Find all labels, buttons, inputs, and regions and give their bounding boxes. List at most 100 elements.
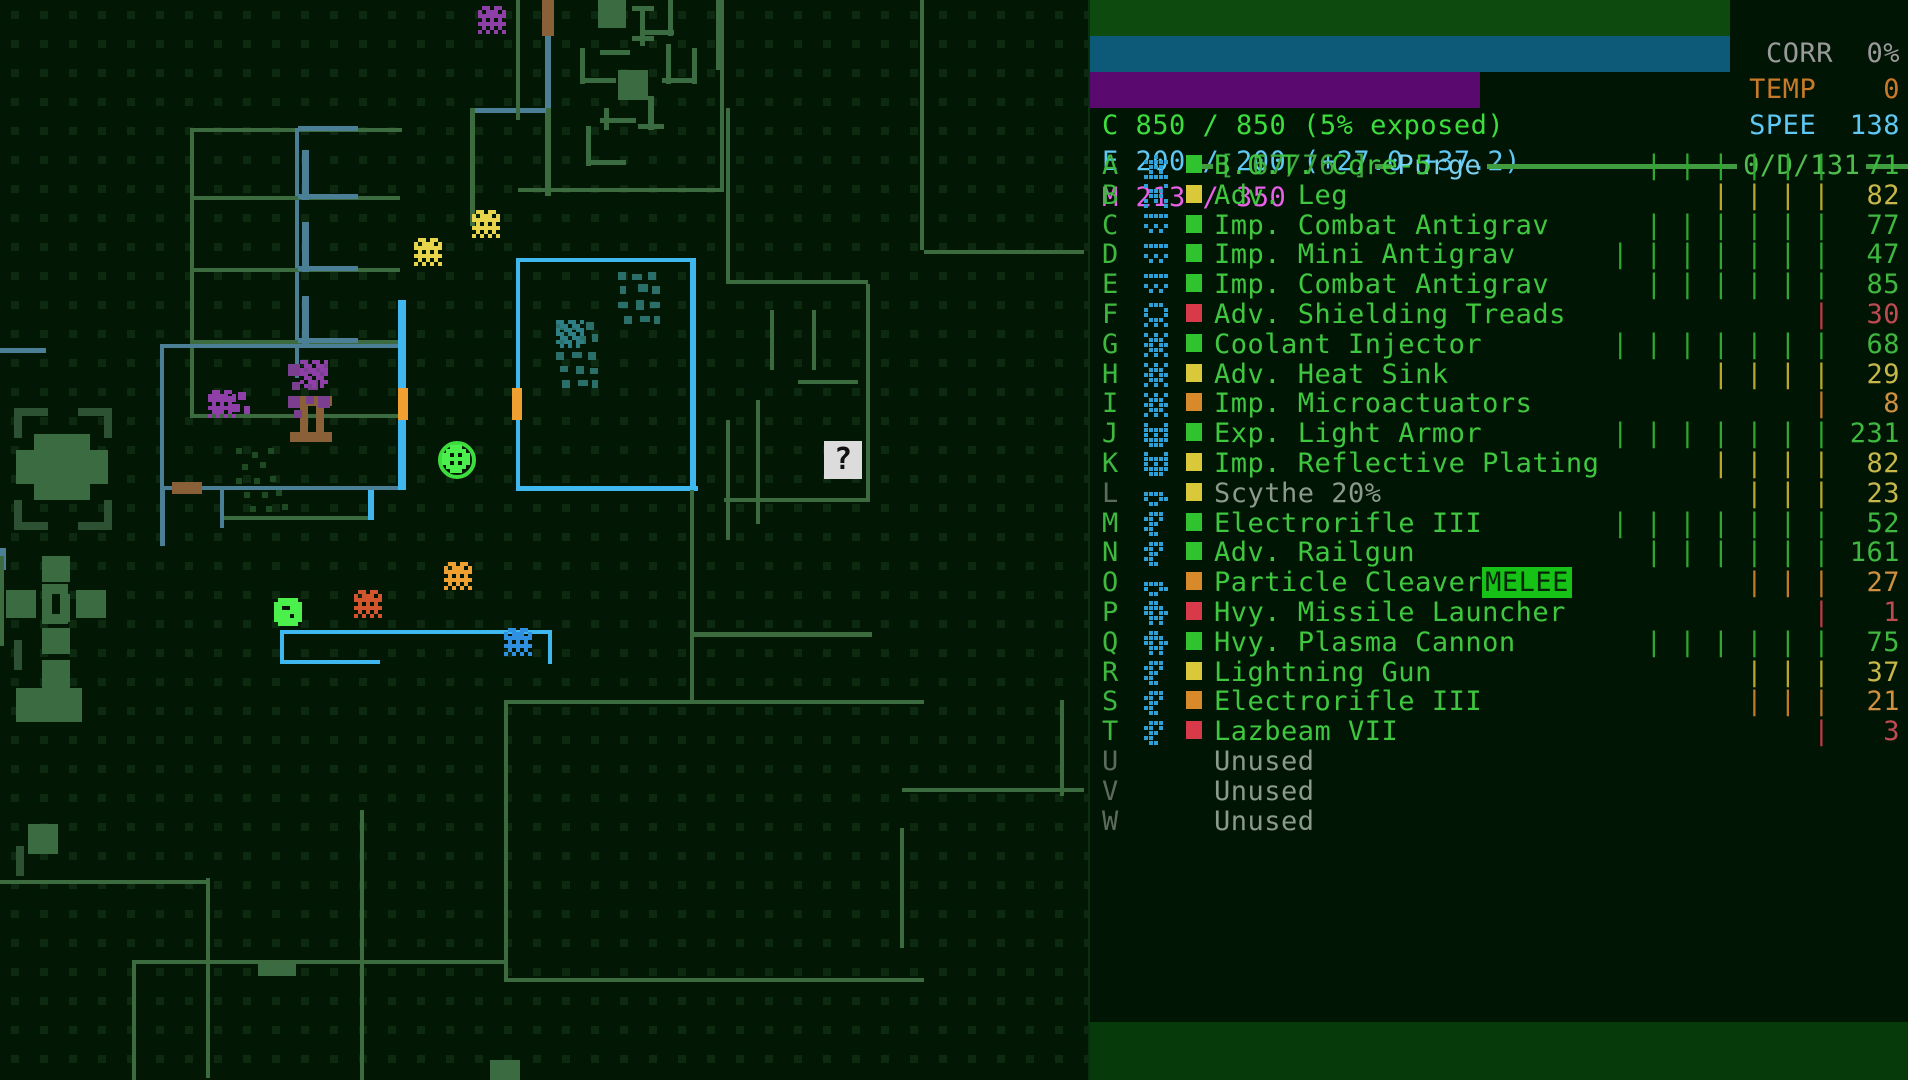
hostile-bot-purple-top[interactable] bbox=[478, 6, 506, 34]
part-row[interactable]: L Scythe 20% | | | 23 bbox=[1090, 476, 1908, 509]
part-row[interactable]: K Imp. Reflective Plating | | | | 82 bbox=[1090, 446, 1908, 479]
part-row[interactable]: A B.O.T. Core-5 | | | | | | 71 bbox=[1090, 148, 1908, 181]
part-name: Imp. Combat Antigrav bbox=[1214, 209, 1550, 241]
floor-item[interactable] bbox=[262, 492, 268, 498]
ally-bot-blue[interactable] bbox=[504, 628, 532, 656]
floor-item[interactable] bbox=[576, 366, 584, 374]
floor-item[interactable] bbox=[586, 322, 594, 330]
part-state-indicator bbox=[1186, 303, 1202, 322]
floor-item[interactable] bbox=[624, 316, 632, 324]
floor-item[interactable] bbox=[288, 396, 300, 408]
floor-item[interactable] bbox=[588, 352, 596, 360]
part-state-indicator bbox=[1186, 155, 1202, 173]
floor-item[interactable] bbox=[292, 382, 300, 390]
floor-item[interactable] bbox=[654, 316, 660, 324]
part-row[interactable]: M Electrorifle III | | | | | | | 52 bbox=[1090, 506, 1908, 539]
floor-item[interactable] bbox=[250, 506, 256, 512]
floor-item[interactable] bbox=[640, 316, 650, 322]
hostile-bot-red[interactable] bbox=[354, 590, 382, 618]
floor-item[interactable] bbox=[592, 380, 598, 388]
part-row[interactable]: V Unused bbox=[1090, 774, 1908, 807]
floor-item[interactable] bbox=[618, 272, 626, 280]
part-state-indicator bbox=[1186, 721, 1202, 740]
floor-item[interactable] bbox=[238, 392, 246, 400]
part-row[interactable]: F Adv. Shielding Treads | 30 bbox=[1090, 297, 1908, 330]
part-row[interactable]: B Adv. Leg | | | | 82 bbox=[1090, 178, 1908, 211]
floor-item[interactable] bbox=[560, 366, 568, 372]
antigrav-icon bbox=[1142, 213, 1172, 239]
part-row[interactable]: Q Hvy. Plasma Cannon | | | | | | 75 bbox=[1090, 625, 1908, 658]
part-state-indicator bbox=[1186, 184, 1202, 203]
floor-item[interactable] bbox=[578, 380, 588, 386]
melee-icon bbox=[1142, 571, 1172, 597]
part-row[interactable]: O Particle Cleaver MELEE | | | 27 bbox=[1090, 565, 1908, 599]
unknown-object-marker[interactable]: ? bbox=[824, 441, 862, 479]
gun-icon bbox=[1142, 690, 1172, 716]
map-viewport[interactable]: ? bbox=[0, 0, 1088, 1080]
floor-item[interactable] bbox=[618, 302, 628, 308]
part-row[interactable]: G Coolant Injector | | | | | | | 68 bbox=[1090, 327, 1908, 360]
floor-item[interactable] bbox=[562, 380, 570, 388]
floor-item[interactable] bbox=[306, 396, 314, 404]
floor-item[interactable] bbox=[620, 286, 626, 294]
part-name-wrap: Unused bbox=[1214, 804, 1315, 840]
floor-item[interactable] bbox=[252, 452, 258, 458]
floor-item[interactable] bbox=[318, 396, 330, 408]
floor-item[interactable] bbox=[638, 284, 648, 292]
floor-item[interactable] bbox=[244, 492, 250, 498]
derelict-cluster-teal[interactable] bbox=[556, 320, 584, 348]
floor-item[interactable] bbox=[266, 506, 272, 512]
matter-node-green[interactable] bbox=[274, 598, 302, 626]
part-row[interactable]: P Hvy. Missile Launcher | 1 bbox=[1090, 595, 1908, 628]
part-badge: MELEE bbox=[1482, 567, 1572, 599]
floor-item[interactable] bbox=[276, 490, 282, 496]
part-row[interactable]: R Lightning Gun | | | 37 bbox=[1090, 655, 1908, 688]
floor-item[interactable] bbox=[268, 448, 274, 454]
floor-item[interactable] bbox=[652, 286, 660, 294]
carrier-bot-orange[interactable] bbox=[444, 562, 472, 590]
part-row[interactable]: N Adv. Railgun | | | | | | 161 bbox=[1090, 535, 1908, 568]
map-entity-layer[interactable]: ? bbox=[0, 0, 1088, 1080]
floor-item[interactable] bbox=[294, 410, 302, 418]
floor-item[interactable] bbox=[288, 364, 300, 376]
floor-item[interactable] bbox=[648, 272, 656, 280]
floor-item[interactable] bbox=[572, 352, 582, 358]
floor-item[interactable] bbox=[590, 368, 598, 374]
floor-item[interactable] bbox=[282, 504, 288, 510]
floor-item[interactable] bbox=[632, 274, 642, 280]
part-row[interactable]: T Lazbeam VII | 3 bbox=[1090, 714, 1908, 747]
worker-bot-yellow-2[interactable] bbox=[414, 238, 442, 266]
worker-bot-yellow-1[interactable] bbox=[472, 210, 500, 238]
floor-item[interactable] bbox=[650, 302, 660, 308]
floor-item[interactable] bbox=[254, 478, 260, 484]
floor-item[interactable] bbox=[592, 334, 598, 342]
part-row[interactable]: D Imp. Mini Antigrav | | | | | | | 47 bbox=[1090, 237, 1908, 270]
part-row[interactable]: H Adv. Heat Sink | | | | 29 bbox=[1090, 357, 1908, 390]
floor-item[interactable] bbox=[236, 448, 242, 454]
part-state-indicator bbox=[1186, 691, 1202, 710]
melee-icon bbox=[1142, 481, 1172, 507]
player-cogmind[interactable] bbox=[442, 445, 470, 473]
part-row[interactable]: W Unused bbox=[1090, 804, 1908, 837]
part-row[interactable]: E Imp. Combat Antigrav | | | | | | 85 bbox=[1090, 267, 1908, 301]
part-row[interactable]: I Imp. Microactuators | 8 bbox=[1090, 386, 1908, 419]
floor-item[interactable] bbox=[636, 300, 644, 310]
item-cluster-purple[interactable] bbox=[300, 360, 328, 388]
floor-item[interactable] bbox=[260, 462, 266, 468]
part-name: Hvy. Missile Launcher bbox=[1214, 596, 1566, 628]
part-row[interactable]: J Exp. Light Armor | | | | | | | 231 bbox=[1090, 416, 1908, 449]
part-row[interactable]: S Electrorifle III | | | 21 bbox=[1090, 684, 1908, 717]
parts-list[interactable]: A B.O.T. Core-5 | | | | | | 71 B Adv. Leg | | … bbox=[1090, 148, 1908, 837]
floor-item[interactable] bbox=[270, 476, 276, 482]
floor-item[interactable] bbox=[244, 406, 250, 414]
hostile-bot-purple-left[interactable] bbox=[208, 390, 236, 418]
part-row[interactable]: C Imp. Combat Antigrav | | | | | | 77 bbox=[1090, 208, 1908, 241]
floor-item[interactable] bbox=[556, 352, 564, 360]
floor-item[interactable] bbox=[236, 478, 242, 484]
gun-icon bbox=[1142, 720, 1172, 746]
part-state-indicator bbox=[1186, 452, 1202, 471]
part-row[interactable]: U Unused bbox=[1090, 744, 1908, 777]
status-bar: Armor Module: ** M1 pINT/75 bbox=[1090, 1022, 1908, 1080]
floor-item[interactable] bbox=[242, 464, 248, 470]
part-name: Imp. Combat Antigrav bbox=[1214, 269, 1550, 301]
